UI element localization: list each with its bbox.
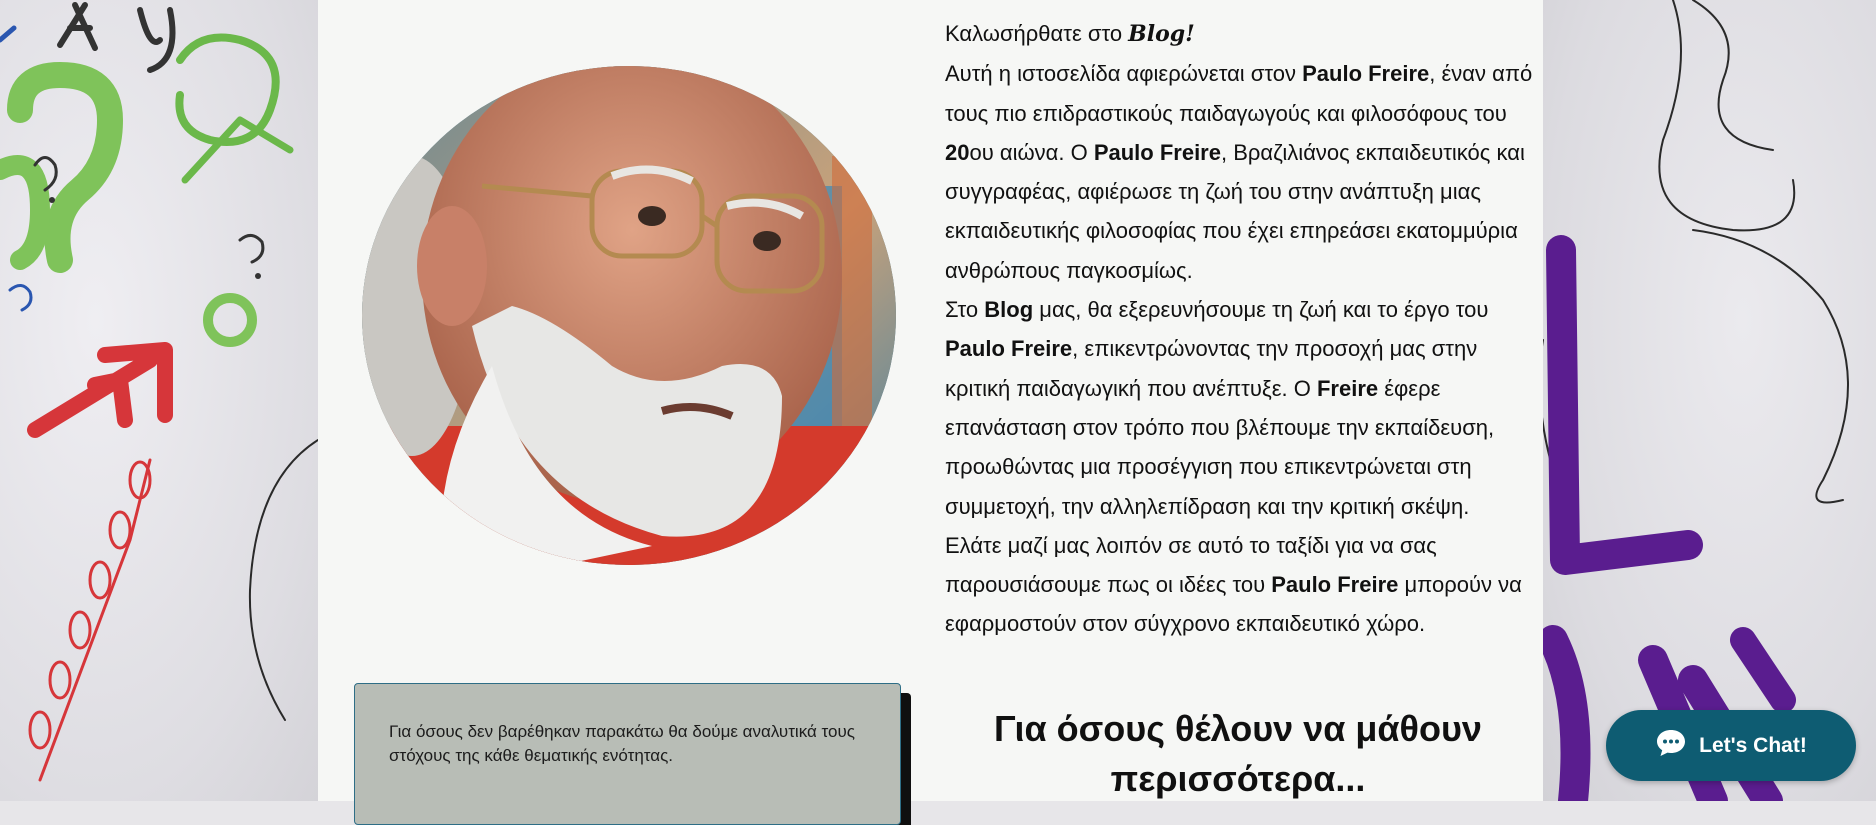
intro-text-1: Αυτή η ιστοσελίδα αφιερώνεται στον xyxy=(945,61,1303,87)
blog-paragraph: Στο Blog μας, θα εξερευνήσουμε τη ζωή κα… xyxy=(945,290,1535,526)
background-left-whiteboard xyxy=(0,0,318,801)
journey-name: Paulo Freire xyxy=(1271,572,1399,598)
intro-name-2: Paulo Freire xyxy=(1093,139,1221,165)
portrait-image-paulo-freire xyxy=(362,66,896,565)
chat-bubble-icon xyxy=(1655,728,1687,763)
intro-text-3: ου αιώνα. Ο xyxy=(969,139,1094,165)
intro-name-1: Paulo Freire xyxy=(1302,61,1430,87)
blog-text-1: Στο xyxy=(945,297,985,323)
portrait-illustration xyxy=(362,66,896,565)
welcome-line: Καλωσήρθατε στο Blog! xyxy=(945,14,1535,54)
whiteboard-doodles-left xyxy=(0,2,318,782)
welcome-blog-word: Blog! xyxy=(1128,21,1195,47)
welcome-prefix: Καλωσήρθατε στο xyxy=(945,21,1129,46)
blog-name-2: Freire xyxy=(1316,375,1379,401)
intro-text-block: Καλωσήρθατε στο Blog! Αυτή η ιστοσελίδα … xyxy=(945,14,1535,644)
callout-text: Για όσους δεν βαρέθηκαν παρακάτω θα δούμ… xyxy=(389,722,855,765)
journey-paragraph: Ελάτε μαζί μας λοιπόν σε αυτό το ταξίδι … xyxy=(945,526,1535,644)
blog-word: Blog xyxy=(984,297,1034,323)
lets-chat-button[interactable]: Let's Chat! xyxy=(1606,710,1856,781)
chat-button-label: Let's Chat! xyxy=(1699,733,1807,757)
blog-name-1: Paulo Freire xyxy=(945,336,1073,362)
more-info-heading: Για όσους θέλουν να μάθουν περισσότερα..… xyxy=(994,708,1482,799)
main-content-column: Καλωσήρθατε στο Blog! Αυτή η ιστοσελίδα … xyxy=(318,0,1543,825)
whiteboard-doodles-right xyxy=(1543,0,1849,801)
intro-century: 20 xyxy=(945,139,970,165)
background-right-whiteboard xyxy=(1543,0,1876,801)
blog-text-2: μας, θα εξερευνήσουμε τη ζωή και το έργο… xyxy=(1033,297,1489,323)
intro-paragraph: Αυτή η ιστοσελίδα αφιερώνεται στον Paulo… xyxy=(945,54,1535,290)
callout-box: Για όσους δεν βαρέθηκαν παρακάτω θα δούμ… xyxy=(354,683,901,825)
